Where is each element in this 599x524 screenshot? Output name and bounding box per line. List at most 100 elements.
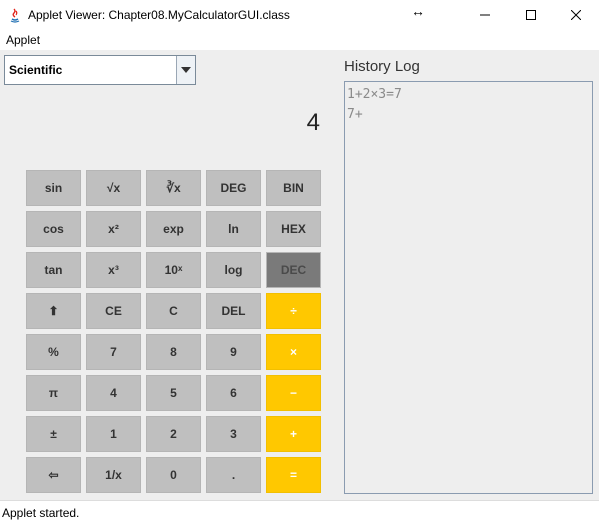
key-label: 0 [170,468,177,482]
key-button[interactable]: exp [146,211,201,247]
key-button[interactable]: CE [86,293,141,329]
menu-applet[interactable]: Applet [6,32,40,48]
key-label: 9 [230,345,237,359]
key-label: 3 [230,427,237,441]
dropdown-arrow-button[interactable] [176,56,195,84]
key-button[interactable]: C [146,293,201,329]
history-log-area[interactable]: 1+2×3=7 7+ [344,81,593,494]
resize-cursor-icon: ↔ [411,3,425,19]
close-icon [571,10,581,20]
key-button[interactable]: 10ˣ [146,252,201,288]
key-label: ln [228,222,239,236]
key-button[interactable]: 5 [146,375,201,411]
applet-panel: Scientific 4 sin √x ∛x DEG BIN cos x² exp ln HEX t… [0,50,599,500]
key-label: 5 [170,386,177,400]
key-label: log [224,263,243,277]
key-button[interactable]: % [26,334,81,370]
key-label: % [48,345,59,359]
key-label: ∛x [166,181,181,195]
menu-bar: Applet [0,30,599,50]
key-label: ⇦ [48,468,59,482]
key-label: ± [50,427,57,441]
mode-dropdown-value: Scientific [9,63,63,77]
key-label: 1/x [105,468,122,482]
status-bar: Applet started. [0,500,599,524]
key-label: CE [105,304,122,318]
key-label: C [169,304,178,318]
key-button[interactable]: ∛x [146,170,201,206]
key-button[interactable]: ± [26,416,81,452]
maximize-button[interactable] [508,0,554,30]
key-label: 10ˣ [164,263,183,277]
key-button[interactable]: ⇦ [26,457,81,493]
close-button[interactable] [553,0,599,30]
key-button[interactable]: 7 [86,334,141,370]
key-button[interactable]: 1/x [86,457,141,493]
calculator-display: 4 [306,109,320,136]
key-label: . [231,468,236,482]
key-label: DEG [220,181,247,195]
key-label: cos [43,222,64,236]
key-button[interactable]: × [266,334,321,370]
key-button[interactable]: ln [206,211,261,247]
key-button[interactable]: π [26,375,81,411]
status-text: Applet started. [2,506,80,520]
key-button[interactable]: 1 [86,416,141,452]
key-button[interactable]: 0 [146,457,201,493]
window-title: Applet Viewer: Chapter08.MyCalculatorGUI… [28,8,290,22]
key-button[interactable]: HEX [266,211,321,247]
key-button[interactable]: 9 [206,334,261,370]
title-bar: Applet Viewer: Chapter08.MyCalculatorGUI… [0,0,599,30]
key-label: − [289,386,297,400]
key-label: exp [163,222,184,236]
key-button[interactable]: + [266,416,321,452]
key-button[interactable]: DEC [266,252,321,288]
key-label: × [289,345,297,359]
key-label: tan [44,263,63,277]
maximize-icon [526,10,536,20]
key-button[interactable]: BIN [266,170,321,206]
key-button[interactable]: 8 [146,334,201,370]
key-button[interactable]: 6 [206,375,261,411]
keypad: sin √x ∛x DEG BIN cos x² exp ln HEX tan x³ 10ˣ log DEC… [26,170,322,494]
key-button[interactable]: sin [26,170,81,206]
key-button[interactable]: √x [86,170,141,206]
key-label: π [48,386,59,400]
key-button[interactable]: . [206,457,261,493]
minimize-icon [480,14,490,16]
key-button[interactable]: x² [86,211,141,247]
minimize-button[interactable] [462,0,508,30]
key-button[interactable]: tan [26,252,81,288]
key-label: 8 [170,345,177,359]
key-label: DEC [280,263,307,277]
key-button[interactable]: 4 [86,375,141,411]
mode-dropdown[interactable]: Scientific [4,55,196,85]
key-button[interactable]: DEG [206,170,261,206]
key-label: sin [44,181,63,195]
key-label: HEX [281,222,306,236]
key-button[interactable]: 3 [206,416,261,452]
key-label: x³ [108,263,119,277]
key-label: x² [108,222,119,236]
key-button[interactable]: ⬆ [26,293,81,329]
key-label: ⬆ [48,304,59,318]
key-label: 7 [110,345,117,359]
key-button[interactable]: 2 [146,416,201,452]
key-label: + [289,427,297,441]
key-button[interactable]: DEL [206,293,261,329]
history-entry: 1+2×3=7 [347,87,402,102]
key-label: BIN [283,181,304,195]
key-label: ÷ [290,304,297,318]
java-icon [10,8,20,23]
key-button[interactable]: ÷ [266,293,321,329]
history-entry: 7+ [347,107,363,122]
chevron-down-icon [181,67,191,73]
key-label: √x [106,181,121,195]
key-button[interactable]: cos [26,211,81,247]
key-button[interactable]: log [206,252,261,288]
key-label: = [289,468,297,482]
key-button[interactable]: x³ [86,252,141,288]
key-button[interactable]: = [266,457,321,493]
key-label: 6 [230,386,237,400]
key-button[interactable]: − [266,375,321,411]
